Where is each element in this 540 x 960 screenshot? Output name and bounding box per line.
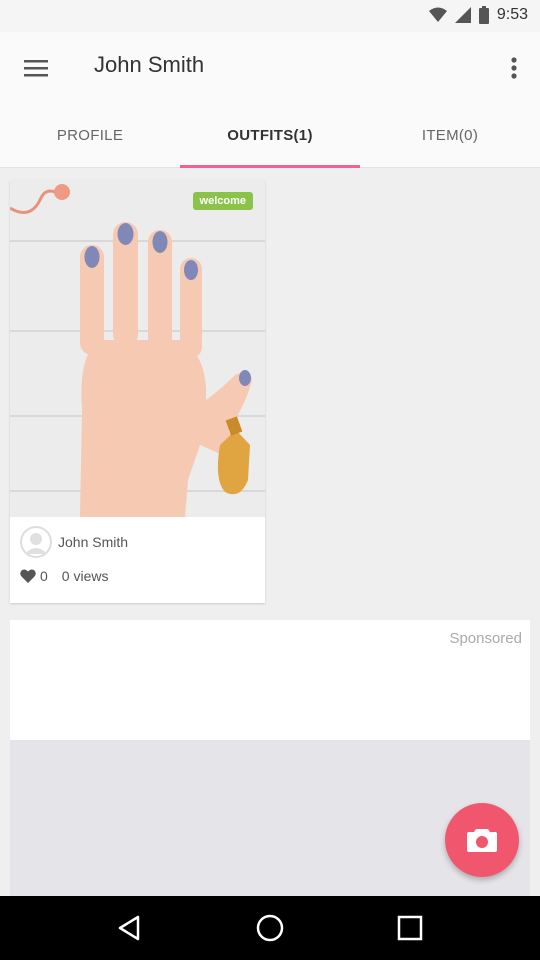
wifi-icon — [428, 7, 447, 22]
tab-outfits[interactable]: OUTFITS(1) — [180, 104, 360, 168]
tab-profile[interactable]: PROFILE — [0, 104, 180, 167]
avatar[interactable] — [20, 526, 52, 558]
status-bar: 9:53 — [0, 0, 540, 32]
sponsored-label: Sponsored — [449, 630, 522, 647]
home-button[interactable] — [240, 898, 300, 958]
home-icon — [256, 914, 284, 942]
likes-count: 0 — [40, 568, 48, 584]
outfit-image[interactable]: welcome — [10, 180, 265, 517]
user-avatar-icon — [20, 526, 52, 558]
battery-icon — [478, 6, 489, 24]
signal-icon — [454, 7, 471, 23]
welcome-badge: welcome — [192, 192, 253, 210]
system-nav-bar — [0, 896, 540, 960]
stats-row: 0 0 views — [20, 568, 108, 584]
camera-button[interactable] — [445, 803, 519, 877]
tab-items[interactable]: ITEM(0) — [360, 104, 540, 167]
back-button[interactable] — [100, 898, 160, 958]
app-bar: John Smith — [0, 32, 540, 104]
hamburger-menu-icon — [24, 60, 48, 77]
sponsored-card[interactable]: Sponsored — [10, 620, 530, 740]
more-vert-icon — [511, 57, 517, 79]
camera-icon — [467, 829, 497, 852]
more-options-button[interactable] — [502, 46, 526, 90]
tab-bar: PROFILE OUTFITS(1) ITEM(0) — [0, 104, 540, 168]
menu-button[interactable] — [14, 46, 58, 90]
status-time: 9:53 — [496, 6, 528, 23]
back-icon — [118, 915, 140, 941]
page-title: John Smith — [94, 52, 205, 77]
heart-icon[interactable] — [20, 569, 36, 583]
status-icons: 9:53 — [428, 6, 528, 24]
outfit-photo — [10, 180, 265, 517]
recents-icon — [397, 915, 423, 941]
owner-row[interactable]: John Smith — [20, 526, 128, 558]
owner-name[interactable]: John Smith — [58, 534, 128, 550]
views-count: 0 views — [61, 568, 109, 584]
recents-button[interactable] — [380, 898, 440, 958]
outfit-card[interactable]: welcome John Smith 0 0 views — [10, 180, 265, 603]
